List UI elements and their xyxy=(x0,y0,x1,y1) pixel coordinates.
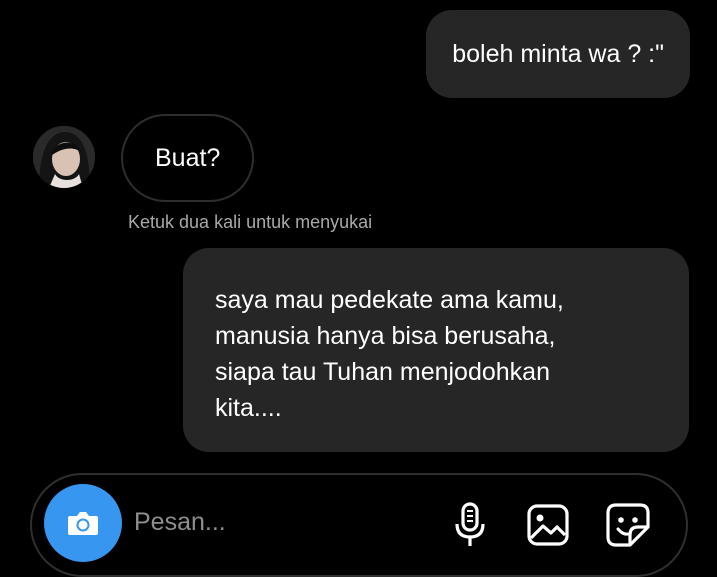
avatar[interactable] xyxy=(33,126,95,188)
double-tap-like-hint: Ketuk dua kali untuk menyukai xyxy=(128,212,373,232)
outgoing-message-bubble[interactable]: boleh minta wa ? :" xyxy=(426,10,690,98)
sticker-icon xyxy=(606,503,650,547)
camera-button[interactable] xyxy=(44,484,122,562)
camera-icon xyxy=(68,512,98,535)
message-text: boleh minta wa ? :" xyxy=(452,40,664,68)
message-text: Buat? xyxy=(155,143,221,172)
outgoing-message-bubble[interactable]: saya mau pedekate ama kamu, manusia hany… xyxy=(183,248,689,452)
voice-message-button[interactable] xyxy=(446,500,494,550)
image-icon xyxy=(527,504,569,546)
avatar-photo xyxy=(33,126,95,188)
gallery-button[interactable] xyxy=(524,500,572,550)
sticker-button[interactable] xyxy=(604,500,652,550)
incoming-message-bubble[interactable]: Buat? xyxy=(121,114,255,202)
microphone-icon xyxy=(455,502,485,546)
message-input[interactable] xyxy=(134,500,424,544)
